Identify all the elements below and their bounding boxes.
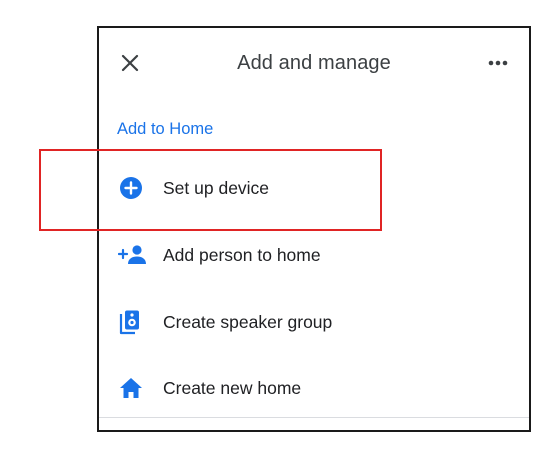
divider bbox=[99, 417, 529, 418]
more-horiz-icon bbox=[488, 60, 508, 66]
menu-item-set-up-device[interactable]: Set up device bbox=[99, 161, 529, 217]
more-options-button[interactable] bbox=[485, 54, 511, 72]
menu-item-create-speaker-group[interactable]: Create speaker group bbox=[99, 295, 529, 351]
menu-item-add-person[interactable]: Add person to home bbox=[99, 228, 529, 284]
person-add-icon bbox=[117, 242, 146, 268]
menu-item-label: Create speaker group bbox=[163, 312, 333, 332]
menu-item-create-new-home[interactable]: Create new home bbox=[99, 361, 529, 417]
menu-item-label: Add person to home bbox=[163, 245, 321, 265]
header: Add and manage bbox=[99, 28, 529, 100]
menu-item-label: Set up device bbox=[163, 178, 270, 198]
screenshot-stage: Add and manage Add to Home Set up device bbox=[0, 0, 556, 452]
add-circle-icon bbox=[118, 175, 144, 201]
add-and-manage-panel: Add and manage Add to Home Set up device bbox=[97, 26, 531, 432]
menu-item-label: Create new home bbox=[163, 378, 302, 398]
speaker-group-icon bbox=[118, 309, 144, 335]
section-label-add-to-home: Add to Home bbox=[117, 120, 214, 138]
home-icon bbox=[118, 375, 144, 401]
page-title: Add and manage bbox=[237, 52, 391, 74]
